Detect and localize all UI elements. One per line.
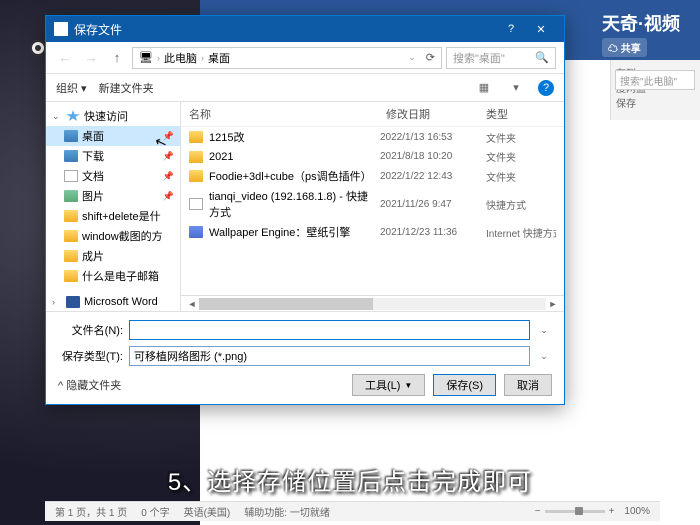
search-icon: 🔍 [535,51,549,64]
back-button[interactable]: ← [54,47,76,69]
folder-icon [189,151,203,163]
file-type: 文件夹 [486,169,556,184]
file-date: 2022/1/13 16:53 [380,132,480,143]
file-row[interactable]: Foodie+3dl+cube（ps调色插件） 2022/1/22 12:43 … [181,166,564,186]
col-type[interactable]: 类型 [486,106,556,122]
save-file-dialog: 保存文件 ? ✕ ← → ↑ 🖥 › 此电脑 › 桌面 ⌄ ⟳ 搜索"桌面" 🔍… [45,15,565,405]
new-folder-button[interactable]: 新建文件夹 [99,80,154,96]
column-headers[interactable]: 名称 修改日期 类型 [181,102,564,127]
file-date: 2021/12/23 11:36 [380,227,480,238]
view-dropdown[interactable]: ▾ [506,78,526,98]
toolbar: 组织 ▾ 新建文件夹 ▦ ▾ ? [46,74,564,102]
forward-button[interactable]: → [80,47,102,69]
search-input[interactable]: 搜索"桌面" 🔍 [446,47,556,69]
help-button[interactable]: ? [496,19,526,39]
cancel-button[interactable]: 取消 [504,374,552,396]
save-button[interactable]: 保存(S) [433,374,496,396]
sidebar-item-window[interactable]: window截图的方 [46,226,180,246]
word-statusbar: 第 1 页，共 1 页 0 个字 英语(美国) 辅助功能: 一切就绪 −+ 10… [45,501,660,521]
file-row[interactable]: Wallpaper Engine：壁纸引擎 2021/12/23 11:36 I… [181,222,564,242]
folder-icon [189,131,203,143]
refresh-icon[interactable]: ⟳ [426,51,435,64]
horizontal-scrollbar[interactable]: ◄► [181,295,564,311]
file-type: Internet 快捷方式 [486,225,556,240]
pc-icon: 🖥 [139,51,153,64]
status-page[interactable]: 第 1 页，共 1 页 [55,504,127,519]
filetype-dropdown[interactable]: ⌄ [536,351,552,362]
word-search-input[interactable]: 搜索"此电脑" [615,70,695,90]
app-icon [189,226,203,238]
word-save-panel: 存到 度网盘 保存 [610,60,700,120]
dialog-title: 保存文件 [74,21,122,38]
file-type: 文件夹 [486,149,556,164]
up-button[interactable]: ↑ [106,47,128,69]
sidebar-quick-access[interactable]: ⌄快速访问 [46,106,180,126]
file-name: Wallpaper Engine：壁纸引擎 [209,224,374,240]
file-date: 2021/8/18 10:20 [380,151,480,162]
help-icon[interactable]: ? [538,80,554,96]
shortcut-icon [189,198,203,210]
status-lang[interactable]: 英语(美国) [184,504,231,519]
status-accessibility[interactable]: 辅助功能: 一切就绪 [244,504,330,519]
file-row[interactable]: 1215改 2022/1/13 16:53 文件夹 [181,127,564,147]
filetype-label: 保存类型(T): [58,348,123,364]
view-icons-button[interactable]: ▦ [474,78,494,98]
file-name: 1215改 [209,129,374,145]
file-type: 快捷方式 [486,197,556,212]
file-date: 2022/1/22 12:43 [380,171,480,182]
filename-dropdown[interactable]: ⌄ [536,325,552,336]
close-button[interactable]: ✕ [526,19,556,39]
status-words[interactable]: 0 个字 [141,504,169,519]
save-form: 文件名(N): ⌄ 保存类型(T): 可移植网络图形 (*.png) ⌄ ^ 隐… [46,311,564,404]
filetype-select[interactable]: 可移植网络图形 (*.png) [129,346,530,366]
zoom-control[interactable]: −+ 100% [535,506,650,517]
sidebar-pictures[interactable]: 图片📌 [46,186,180,206]
watermark: 天奇·视频 ☁ 共享 [602,10,680,57]
file-name: tianqi_video (192.168.1.8) - 快捷方式 [209,188,374,220]
sidebar-item-chengpian[interactable]: 成片 [46,246,180,266]
filename-input[interactable] [129,320,530,340]
sidebar-msword[interactable]: ›Microsoft Word [46,294,180,310]
dialog-icon [54,22,68,36]
file-row[interactable]: 2021 2021/8/18 10:20 文件夹 [181,147,564,166]
sidebar-documents[interactable]: 文档📌 [46,166,180,186]
tutorial-caption: 5、选择存储位置后点击完成即可 [0,462,700,497]
filename-label: 文件名(N): [58,322,123,338]
dialog-titlebar: 保存文件 ? ✕ [46,16,564,42]
file-list: 名称 修改日期 类型 1215改 2022/1/13 16:53 文件夹 202… [181,102,564,311]
tools-button[interactable]: 工具(L)▼ [352,374,425,396]
file-row[interactable]: tianqi_video (192.168.1.8) - 快捷方式 2021/1… [181,186,564,222]
col-date[interactable]: 修改日期 [386,106,486,122]
nav-bar: ← → ↑ 🖥 › 此电脑 › 桌面 ⌄ ⟳ 搜索"桌面" 🔍 [46,42,564,74]
sidebar-item-shift[interactable]: shift+delete是什 [46,206,180,226]
organize-menu[interactable]: 组织 ▾ [56,80,87,96]
col-name[interactable]: 名称 [189,106,386,122]
breadcrumb-dropdown[interactable]: ⌄ [408,52,416,63]
record-indicator [30,40,46,56]
file-type: 文件夹 [486,130,556,145]
file-date: 2021/11/26 9:47 [380,199,480,210]
file-name: 2021 [209,151,374,163]
file-name: Foodie+3dl+cube（ps调色插件） [209,168,374,184]
folder-icon [189,170,203,182]
hide-folders-link[interactable]: ^ 隐藏文件夹 [58,377,121,393]
breadcrumb[interactable]: 🖥 › 此电脑 › 桌面 ⌄ ⟳ [132,47,442,69]
sidebar-item-email[interactable]: 什么是电子邮箱 [46,266,180,286]
